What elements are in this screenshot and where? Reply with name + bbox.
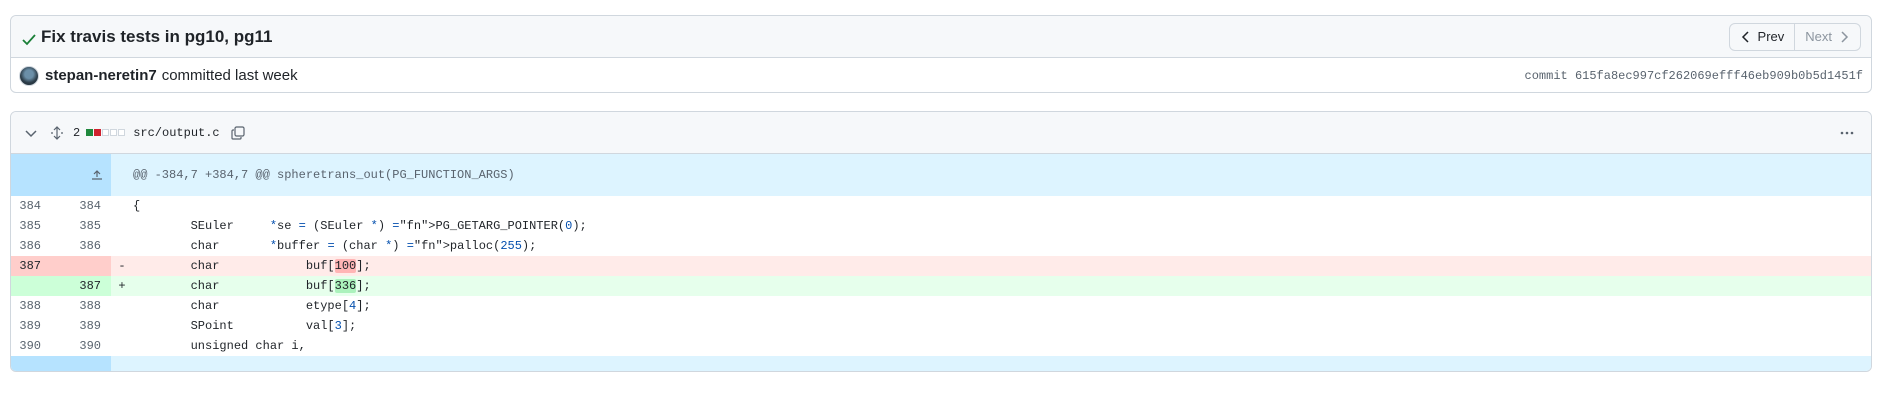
diffstat-neutral — [110, 129, 118, 136]
expand-up-button[interactable] — [11, 154, 111, 197]
diff-table: @@ -384,7 +384,7 @@ spheretrans_out(PG_F… — [11, 154, 1871, 372]
commit-title-bar: Fix travis tests in pg10, pg11 Prev Next — [11, 16, 1871, 58]
code-line: SEuler *se = (SEuler *) ="fn">PG_GETARG_… — [133, 219, 587, 234]
commit-meta: stepan-neretin7 committed last week comm… — [11, 58, 1871, 93]
commit-title: Fix travis tests in pg10, pg11 — [41, 26, 273, 46]
commit-header-box: Fix travis tests in pg10, pg11 Prev Next… — [10, 15, 1872, 93]
new-line-number[interactable] — [51, 256, 111, 277]
hunk-header: @@ -384,7 +384,7 @@ spheretrans_out(PG_F… — [133, 154, 1871, 197]
prev-button[interactable]: Prev — [1728, 22, 1796, 51]
old-line-number[interactable]: 387 — [11, 256, 51, 277]
new-line-number[interactable]: 386 — [51, 236, 111, 256]
context-line: 385 385 SEuler *se = (SEuler *) ="fn">PG_… — [11, 216, 1871, 236]
added-line: 387 + char buf[336]; — [11, 276, 1871, 297]
deleted-line: 387 - char buf[100]; — [11, 256, 1871, 277]
expand-down-button[interactable] — [11, 356, 111, 372]
diffstat — [86, 129, 126, 136]
old-line-number[interactable]: 385 — [11, 216, 51, 236]
expand-up-icon — [92, 170, 102, 180]
code-line: char buf[100]; — [133, 256, 1871, 277]
diff-marker — [111, 236, 133, 256]
new-line-number[interactable]: 390 — [51, 336, 111, 356]
old-line-number[interactable]: 389 — [11, 316, 51, 336]
diff-marker — [111, 316, 133, 336]
diffstat-neutral — [102, 129, 110, 136]
file-header: 2 src/output.c — [11, 112, 1871, 154]
context-line: 390 390 unsigned char i, — [11, 336, 1871, 356]
committed-time: committed last week — [161, 67, 298, 84]
expand-all-button[interactable] — [47, 123, 67, 143]
unfold-icon — [51, 125, 63, 140]
diff-marker: + — [111, 276, 133, 297]
author-link[interactable]: stepan-neretin7 — [45, 67, 157, 84]
file-options-button[interactable] — [1837, 123, 1857, 143]
new-line-number[interactable]: 388 — [51, 296, 111, 316]
kebab-horizontal-icon — [1840, 131, 1854, 134]
context-line: 386 386 char *buffer = (char *) ="fn">pal… — [11, 236, 1871, 256]
chevron-down-icon — [25, 129, 37, 137]
next-label: Next — [1805, 29, 1832, 44]
new-line-number[interactable]: 384 — [51, 196, 111, 216]
code-line: { — [133, 199, 141, 214]
prev-label: Prev — [1757, 29, 1785, 44]
old-line-number[interactable]: 390 — [11, 336, 51, 356]
diff-marker — [111, 216, 133, 236]
diffstat-del — [94, 129, 102, 136]
code-line: char etype[4]; — [133, 299, 371, 314]
old-line-number[interactable]: 386 — [11, 236, 51, 256]
avatar[interactable] — [19, 65, 39, 86]
collapse-button[interactable] — [21, 123, 41, 143]
commit-nav: Prev Next — [1728, 22, 1861, 51]
change-count: 2 — [73, 125, 81, 140]
chevron-right-icon — [1841, 30, 1849, 43]
check-icon — [22, 33, 36, 45]
file-name[interactable]: src/output.c — [133, 126, 219, 140]
context-line: 384 384 { — [11, 196, 1871, 216]
diff-marker — [111, 336, 133, 356]
diff-marker — [111, 196, 133, 216]
diffstat-neutral — [118, 129, 126, 136]
copy-icon — [231, 125, 245, 140]
context-line: 389 389 SPoint val[3]; — [11, 316, 1871, 336]
expand-down-icon — [90, 370, 104, 372]
hunk-row: @@ -384,7 +384,7 @@ spheretrans_out(PG_F… — [11, 154, 1871, 197]
chevron-left-icon — [1741, 30, 1749, 43]
commit-sha: commit 615fa8ec997cf262069efff46eb909b0b… — [1524, 68, 1863, 83]
new-line-number[interactable]: 387 — [51, 276, 111, 297]
new-line-number[interactable]: 385 — [51, 216, 111, 236]
hunk-row — [11, 356, 1871, 372]
old-line-number[interactable] — [11, 276, 51, 297]
old-line-number[interactable]: 388 — [11, 296, 51, 316]
code-line: char buf[336]; — [133, 276, 1871, 297]
copy-path-button[interactable] — [228, 123, 248, 143]
context-line: 388 388 char etype[4]; — [11, 296, 1871, 316]
code-line: char *buffer = (char *) ="fn">palloc(255… — [133, 239, 537, 254]
diffstat-add — [86, 129, 94, 136]
new-line-number[interactable]: 389 — [51, 316, 111, 336]
diff-marker — [111, 296, 133, 316]
code-line: SPoint val[3]; — [133, 319, 357, 334]
file-diff: 2 src/output.c @@ -384,7 +384,7 @@ spher… — [10, 111, 1872, 372]
old-line-number[interactable]: 384 — [11, 196, 51, 216]
code-line: unsigned char i, — [133, 339, 306, 354]
diff-marker: - — [111, 256, 133, 277]
next-button[interactable]: Next — [1795, 22, 1861, 51]
